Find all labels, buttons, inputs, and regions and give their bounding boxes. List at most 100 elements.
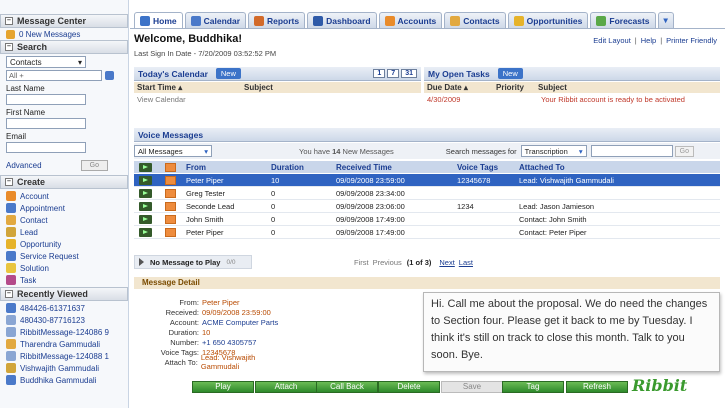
week-view-button[interactable]: 7: [387, 69, 400, 78]
envelope-icon[interactable]: [164, 175, 176, 185]
envelope-icon[interactable]: [164, 201, 176, 211]
from-column[interactable]: From: [184, 163, 269, 172]
all-field[interactable]: All +: [6, 70, 102, 81]
play-icon[interactable]: [138, 188, 152, 198]
recent-item-tharendra-gammudali[interactable]: Tharendra Gammudali: [0, 338, 128, 350]
attached-to-column[interactable]: Attached To: [517, 163, 720, 172]
view-calendar-link[interactable]: View Calendar: [137, 95, 186, 104]
tasks-new-button[interactable]: New: [497, 68, 523, 79]
play-icon[interactable]: [138, 201, 152, 211]
call-back-button[interactable]: Call Back: [316, 381, 378, 393]
voice-message-row[interactable]: Peter Piper 0 09/09/2008 17:49:00 Contact: …: [134, 226, 720, 239]
create-item-contact[interactable]: Contact: [0, 214, 128, 226]
recent-item-buddhika-gammudali[interactable]: Buddhika Gammudali: [0, 374, 128, 386]
collapse-icon[interactable]: –: [5, 290, 13, 298]
play-button[interactable]: Play: [192, 381, 254, 393]
recently-viewed-header[interactable]: – Recently Viewed: [0, 287, 128, 301]
envelope-icon[interactable]: [164, 214, 176, 224]
tab-accounts[interactable]: Accounts: [378, 12, 443, 28]
help-link[interactable]: Help: [641, 36, 656, 45]
search-go-button[interactable]: Go: [80, 160, 108, 171]
create-item-service-request[interactable]: Service Request: [0, 250, 128, 262]
create-item-account[interactable]: Account: [0, 190, 128, 202]
printer-friendly-link[interactable]: Printer Friendly: [666, 36, 717, 45]
delete-button[interactable]: Delete: [378, 381, 440, 393]
tag-button[interactable]: Tag: [502, 381, 564, 393]
tab-dashboard[interactable]: Dashboard: [307, 12, 377, 28]
message-search-input[interactable]: [590, 145, 673, 157]
search-type-select[interactable]: Transcription ▾: [520, 145, 587, 157]
detail-field-account: Account: ACME Computer Parts: [134, 317, 294, 327]
edit-layout-link[interactable]: Edit Layout: [593, 36, 631, 45]
search-header[interactable]: – Search: [0, 40, 128, 54]
attach-button[interactable]: Attach: [255, 381, 317, 393]
priority-column[interactable]: Priority: [496, 83, 538, 92]
task-subject-column[interactable]: Subject: [538, 83, 567, 92]
month-view-button[interactable]: 31: [401, 69, 417, 78]
envelope-icon[interactable]: [164, 188, 176, 198]
pager-previous[interactable]: Previous: [373, 258, 402, 267]
create-item-appointment[interactable]: Appointment: [0, 202, 128, 214]
subject-column[interactable]: Subject: [244, 83, 273, 92]
play-icon[interactable]: [139, 258, 144, 266]
tab-opportunities[interactable]: Opportunities: [507, 12, 589, 28]
duration-column[interactable]: Duration: [269, 163, 334, 172]
recent-item-480430-87716123[interactable]: 480430-87716123: [0, 314, 128, 326]
start-time-column[interactable]: Start Time ▴: [134, 83, 244, 92]
play-icon[interactable]: [138, 175, 152, 185]
tab-home[interactable]: Home: [134, 12, 183, 28]
create-item-solution[interactable]: Solution: [0, 262, 128, 274]
grid-icon[interactable]: [105, 71, 114, 80]
detail-value[interactable]: +1 650 4305757: [202, 338, 256, 347]
due-date-column[interactable]: Due Date ▴: [424, 83, 496, 92]
recent-item-484426-61371637[interactable]: 484426-61371637: [0, 302, 128, 314]
create-item-lead[interactable]: Lead: [0, 226, 128, 238]
tab-reports[interactable]: Reports: [248, 12, 306, 28]
advanced-search-link[interactable]: Advanced: [6, 161, 42, 170]
create-item-opportunity[interactable]: Opportunity: [0, 238, 128, 250]
envelope-icon[interactable]: [164, 227, 176, 237]
audio-player[interactable]: No Message to Play 0/0: [134, 255, 252, 269]
message-detail-title: Message Detail: [142, 278, 200, 287]
tab-calendar[interactable]: Calendar: [184, 12, 246, 28]
search-object-select[interactable]: Contacts ▾: [6, 56, 86, 68]
voice-message-row[interactable]: John Smith 0 09/09/2008 17:49:00 Contact: J…: [134, 213, 720, 226]
received-time-column[interactable]: Received Time: [334, 163, 455, 172]
detail-field-attach-to: Attach To: Lead: Vishwajith Gammudali: [134, 353, 294, 371]
recent-item-vishwajith-gammudali[interactable]: Vishwajith Gammudali: [0, 362, 128, 374]
create-item-task[interactable]: Task: [0, 274, 128, 286]
collapse-icon[interactable]: –: [5, 17, 13, 25]
recent-item-ribbitmessage-124086-9[interactable]: RibbitMessage-124086 9: [0, 326, 128, 338]
pager-first[interactable]: First: [354, 258, 369, 267]
new-messages-link[interactable]: 0 New Messages: [0, 28, 128, 40]
tab-forecasts[interactable]: Forecasts: [590, 12, 656, 28]
pager-last[interactable]: Last: [459, 258, 473, 267]
collapse-icon[interactable]: –: [5, 178, 13, 186]
collapse-icon[interactable]: –: [5, 43, 13, 51]
play-icon[interactable]: [138, 214, 152, 224]
message-center-header[interactable]: – Message Center: [0, 14, 128, 28]
message-search-go-button[interactable]: Go: [674, 145, 695, 157]
new-messages-label: 0 New Messages: [19, 29, 81, 39]
refresh-button[interactable]: Refresh: [566, 381, 628, 393]
calendar-new-button[interactable]: New: [215, 68, 241, 79]
last-name-input[interactable]: [6, 94, 86, 105]
task-subject-link[interactable]: Your Ribbit account is ready to be activ…: [541, 95, 685, 104]
voice-message-row[interactable]: Greg Tester 0 09/09/2008 23:34:00: [134, 187, 720, 200]
voice-tags-column[interactable]: Voice Tags: [455, 163, 517, 172]
first-name-input[interactable]: [6, 118, 86, 129]
voice-message-row[interactable]: Seconde Lead 0 09/09/2008 23:06:00 1234 Lead…: [134, 200, 720, 213]
tab-contacts[interactable]: Contacts: [444, 12, 506, 28]
recent-item-ribbitmessage-124088-1[interactable]: RibbitMessage-124088 1: [0, 350, 128, 362]
message-filter-select[interactable]: All Messages ▾: [134, 145, 212, 157]
detail-value[interactable]: ACME Computer Parts: [202, 318, 278, 327]
save-button[interactable]: Save: [441, 381, 503, 393]
day-view-button[interactable]: 1: [373, 69, 386, 78]
tab-more-dropdown[interactable]: ▾: [657, 12, 674, 28]
pager-next[interactable]: Next: [439, 258, 454, 267]
email-input[interactable]: [6, 142, 86, 153]
create-header[interactable]: – Create: [0, 175, 128, 189]
message-icon: [6, 29, 15, 39]
play-icon[interactable]: [138, 227, 152, 237]
voice-message-row[interactable]: Peter Piper 10 09/09/2008 23:59:00 12345678…: [134, 174, 720, 187]
